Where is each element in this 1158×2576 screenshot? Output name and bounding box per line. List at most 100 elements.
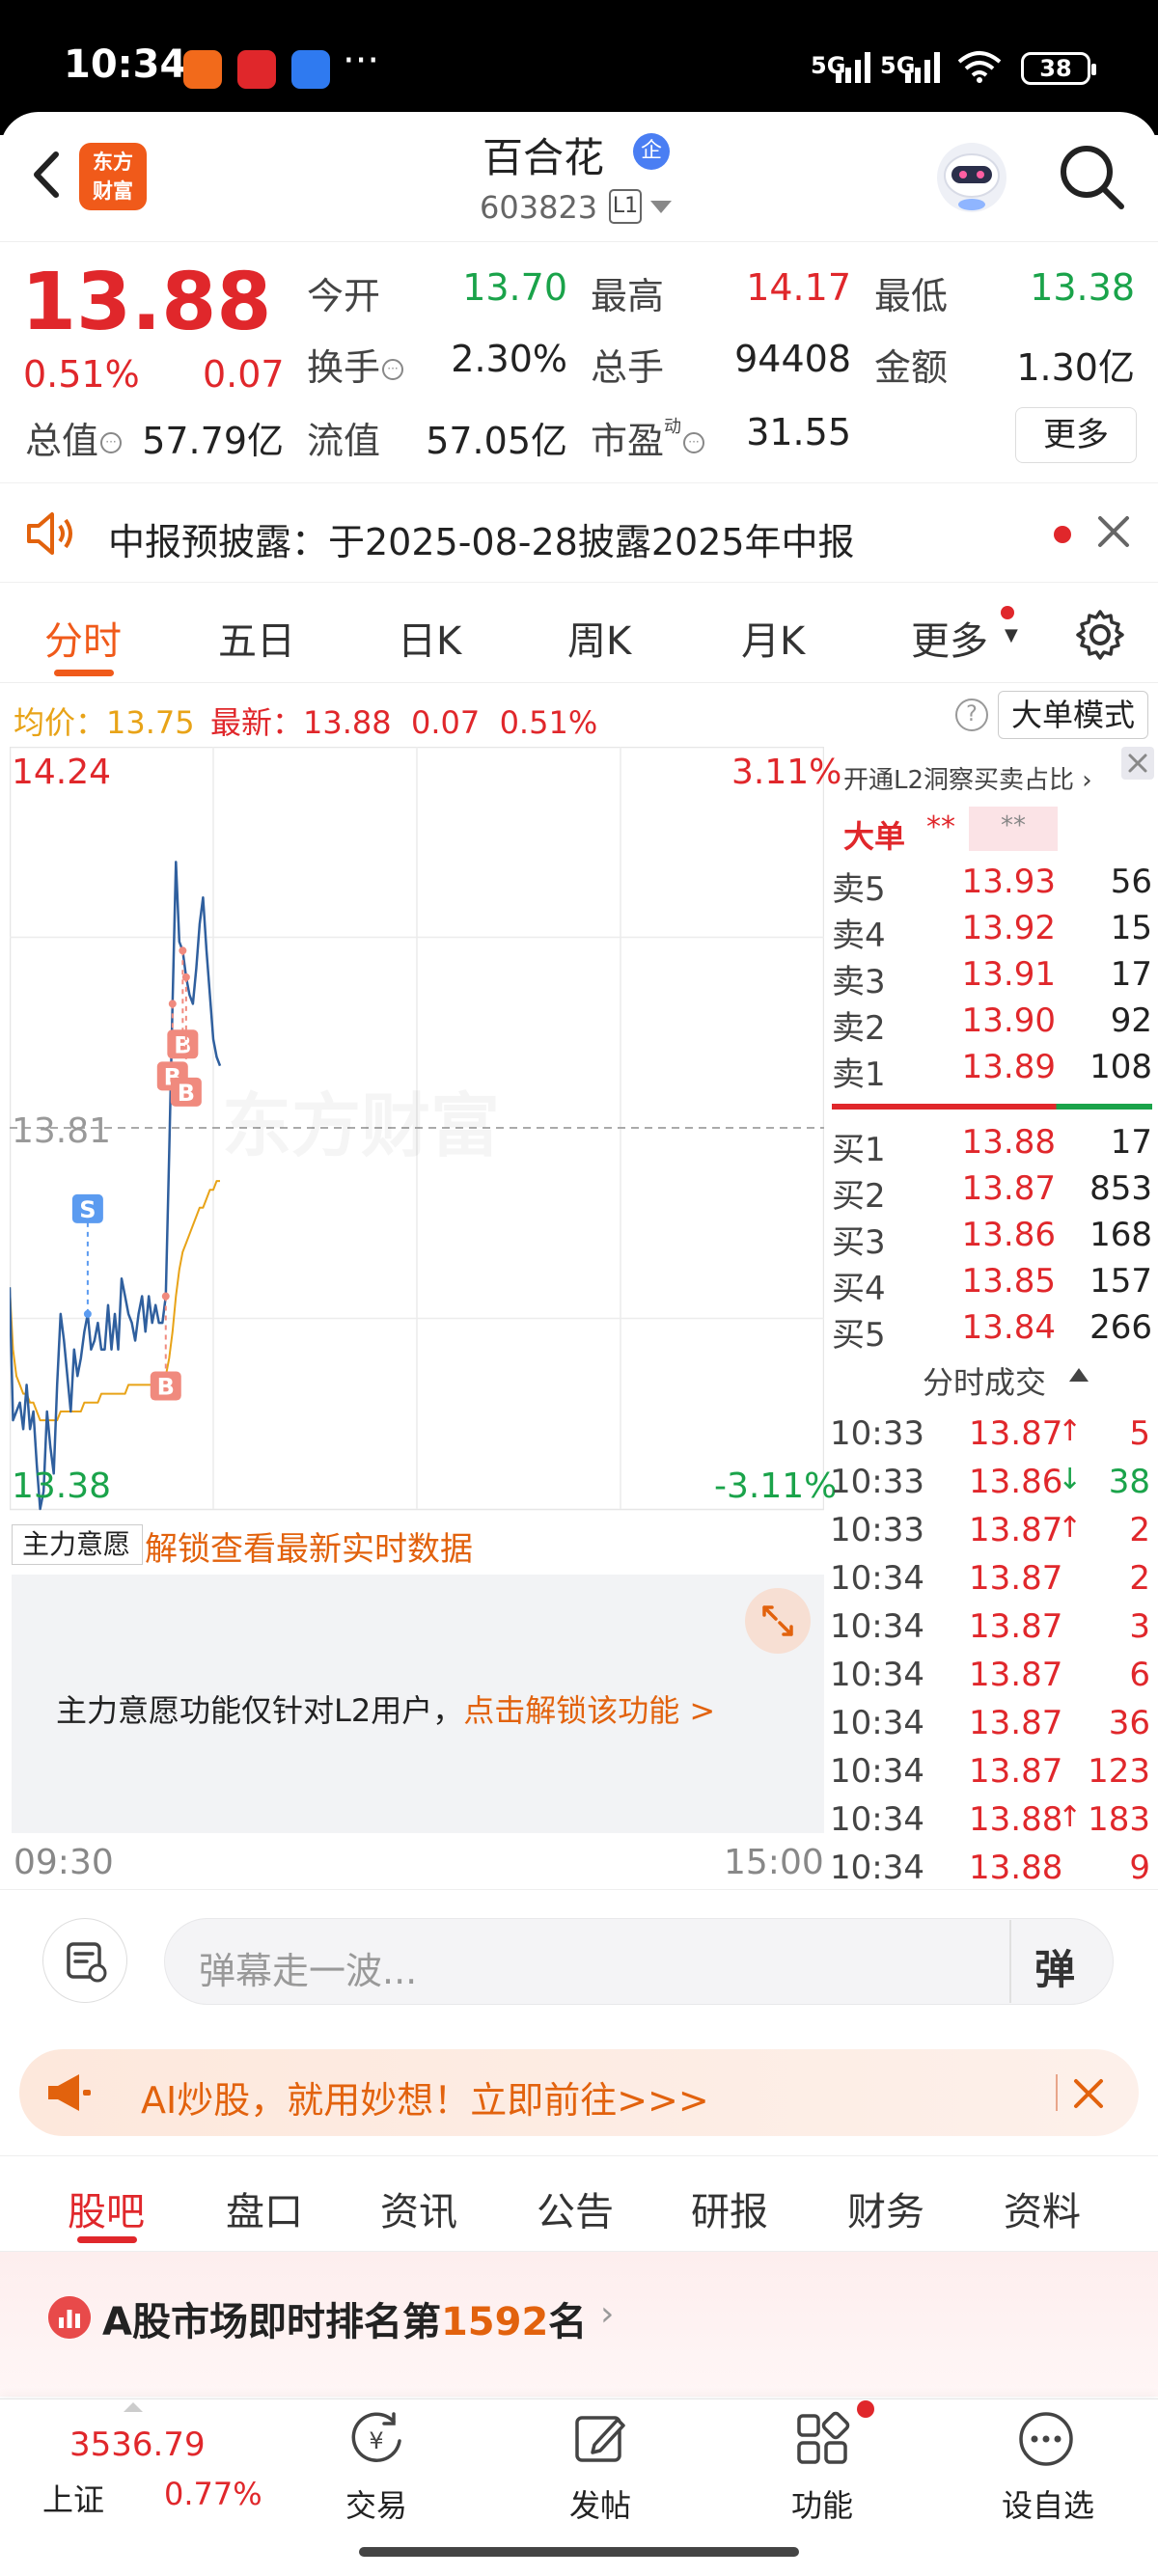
close-icon[interactable]: [1096, 514, 1131, 549]
tab-handicap[interactable]: 盘口: [226, 2180, 303, 2236]
ask-row[interactable]: 卖1 13.89 108: [832, 1048, 1152, 1094]
bid-row[interactable]: 买4 13.85 157: [832, 1262, 1152, 1308]
trade-icon[interactable]: ¥: [345, 2408, 407, 2470]
chevron-up-icon[interactable]: [1069, 1368, 1089, 1382]
trade-price: 13.87: [969, 1752, 1063, 1791]
chevron-down-icon[interactable]: ▼: [1005, 625, 1018, 645]
l2-upgrade-link[interactable]: 开通L2洞察买卖占比 ›: [843, 760, 1092, 796]
chevron-right-icon[interactable]: ›: [600, 2294, 614, 2334]
nav-functions[interactable]: 功能: [791, 2481, 853, 2526]
x-axis-end-label: 15:00: [724, 1843, 824, 1882]
tab-forum[interactable]: 股吧: [68, 2180, 145, 2236]
nav-add-watchlist[interactable]: 设自选: [1002, 2481, 1094, 2526]
trade-row[interactable]: 10:34 13.87 6: [830, 1656, 1154, 1704]
trade-row[interactable]: 10:34 13.87 123: [830, 1752, 1154, 1800]
trade-row[interactable]: 10:34 13.87 3: [830, 1607, 1154, 1656]
trade-row[interactable]: 10:33 13.87 ↑ 5: [830, 1414, 1154, 1463]
price-line: [10, 861, 222, 1511]
tab-weekly-k[interactable]: 周K: [567, 610, 631, 666]
bid-row[interactable]: 买1 13.88 17: [832, 1123, 1152, 1169]
tab-announcements[interactable]: 公告: [537, 2180, 614, 2236]
ask-row[interactable]: 卖5 13.93 56: [832, 863, 1152, 909]
info-icon[interactable]: ···: [683, 432, 705, 453]
gear-icon[interactable]: [1073, 608, 1127, 662]
trades-title[interactable]: 分时成交: [923, 1358, 1046, 1403]
trade-row[interactable]: 10:34 13.87 2: [830, 1559, 1154, 1607]
main-force-select[interactable]: 主力意愿 ▼: [12, 1524, 143, 1597]
trade-row[interactable]: 10:33 13.86 ↓ 38: [830, 1463, 1154, 1511]
level-badge[interactable]: L1: [609, 189, 642, 224]
close-icon[interactable]: [1071, 2076, 1106, 2111]
compose-icon[interactable]: [569, 2408, 631, 2470]
ask-row[interactable]: 卖3 13.91 17: [832, 955, 1152, 1001]
tab-news[interactable]: 资讯: [380, 2180, 457, 2236]
ask-volume: 56: [1110, 863, 1152, 901]
ask-price: 13.90: [961, 1001, 1056, 1040]
bid-row[interactable]: 买5 13.84 266: [832, 1308, 1152, 1355]
danmaku-toggle-button[interactable]: 弹: [1034, 1937, 1075, 1996]
tab-five-day[interactable]: 五日: [218, 610, 295, 666]
info-icon[interactable]: ···: [100, 432, 123, 453]
ask-row[interactable]: 卖4 13.92 15: [832, 909, 1152, 955]
notice-bar[interactable]: 中报预披露：于2025-08-28披露2025年中报: [0, 482, 1158, 583]
market-cap-value: 57.79亿: [142, 420, 284, 462]
bid-row[interactable]: 买3 13.86 168: [832, 1216, 1152, 1262]
danmaku-settings-icon[interactable]: [42, 1918, 127, 2003]
index-value[interactable]: 3536.79: [69, 2425, 206, 2464]
l2-upgrade-link-text: 开通L2洞察买卖占比: [843, 766, 1075, 795]
ai-promo-text[interactable]: AI炒股，就用妙想！立即前往>>>: [141, 2070, 709, 2124]
tab-profile[interactable]: 资料: [1004, 2180, 1081, 2236]
nav-trade[interactable]: 交易: [345, 2481, 407, 2526]
wifi-icon: [957, 51, 1002, 83]
tab-daily-k[interactable]: 日K: [398, 610, 461, 666]
trade-time: 10:34: [830, 1849, 924, 1887]
tab-intraday[interactable]: 分时: [44, 610, 122, 666]
pct-axis-bottom-label: -3.11%: [714, 1466, 838, 1506]
new-badge-dot: [857, 2400, 874, 2418]
more-circle-icon[interactable]: [1015, 2408, 1077, 2470]
more-quote-button[interactable]: 更多: [1015, 407, 1137, 463]
trade-row[interactable]: 10:34 13.87 36: [830, 1704, 1154, 1752]
help-icon[interactable]: ?: [955, 699, 988, 731]
search-icon[interactable]: [1054, 139, 1131, 216]
market-ranking[interactable]: A股市场即时排名第1592名: [102, 2290, 587, 2346]
nav-post[interactable]: 发帖: [569, 2481, 631, 2526]
expand-icon[interactable]: [745, 1588, 811, 1654]
turnover-label[interactable]: 换手 ···: [307, 338, 404, 391]
average-price-value: 13.75: [106, 704, 195, 741]
trade-row[interactable]: 10:34 13.88 ↑ 183: [830, 1800, 1154, 1849]
high-label: 最高: [591, 275, 665, 317]
bid-price: 13.87: [961, 1169, 1056, 1208]
chevron-up-icon[interactable]: [124, 2402, 143, 2412]
bid-price: 13.84: [961, 1308, 1056, 1347]
tab-financials[interactable]: 财务: [847, 2180, 924, 2236]
close-icon[interactable]: [1121, 747, 1154, 780]
ask-row[interactable]: 卖2 13.90 92: [832, 1001, 1152, 1048]
home-indicator: [359, 2547, 799, 2557]
stock-code[interactable]: 603823: [480, 189, 597, 226]
index-change-pct[interactable]: 0.77%: [164, 2476, 262, 2512]
back-arrow-icon[interactable]: [19, 141, 77, 208]
tab-research[interactable]: 研报: [691, 2180, 768, 2236]
unlock-realtime-link[interactable]: 解锁查看最新实时数据: [145, 1522, 473, 1570]
stock-name[interactable]: 百合花: [482, 125, 604, 184]
bid-row[interactable]: 买2 13.87 853: [832, 1169, 1152, 1216]
danmaku-placeholder[interactable]: 弹幕走一波...: [199, 1941, 417, 1994]
trade-volume: 3: [1129, 1607, 1150, 1646]
logo-line: 东方: [93, 151, 133, 174]
market-cap-label[interactable]: 总值 ···: [25, 411, 123, 464]
robot-assistant-icon[interactable]: [932, 137, 1011, 216]
notice-text[interactable]: 中报预披露：于2025-08-28披露2025年中报: [108, 512, 855, 565]
tab-more[interactable]: 更多: [911, 610, 988, 666]
trade-volume: 183: [1088, 1800, 1150, 1839]
info-icon[interactable]: ···: [382, 359, 404, 380]
unlock-feature-link[interactable]: 点击解锁该功能 >: [463, 1692, 715, 1729]
tab-monthly-k[interactable]: 月K: [741, 610, 805, 666]
functions-icon[interactable]: [791, 2408, 853, 2470]
index-name[interactable]: 上证: [42, 2476, 104, 2520]
big-order-mode-button[interactable]: 大单模式: [998, 691, 1148, 739]
pe-label[interactable]: 市盈动···: [591, 411, 705, 464]
chevron-down-icon[interactable]: [650, 201, 672, 213]
trade-row[interactable]: 10:33 13.87 ↑ 2: [830, 1511, 1154, 1559]
svg-text:¥: ¥: [369, 2427, 383, 2454]
